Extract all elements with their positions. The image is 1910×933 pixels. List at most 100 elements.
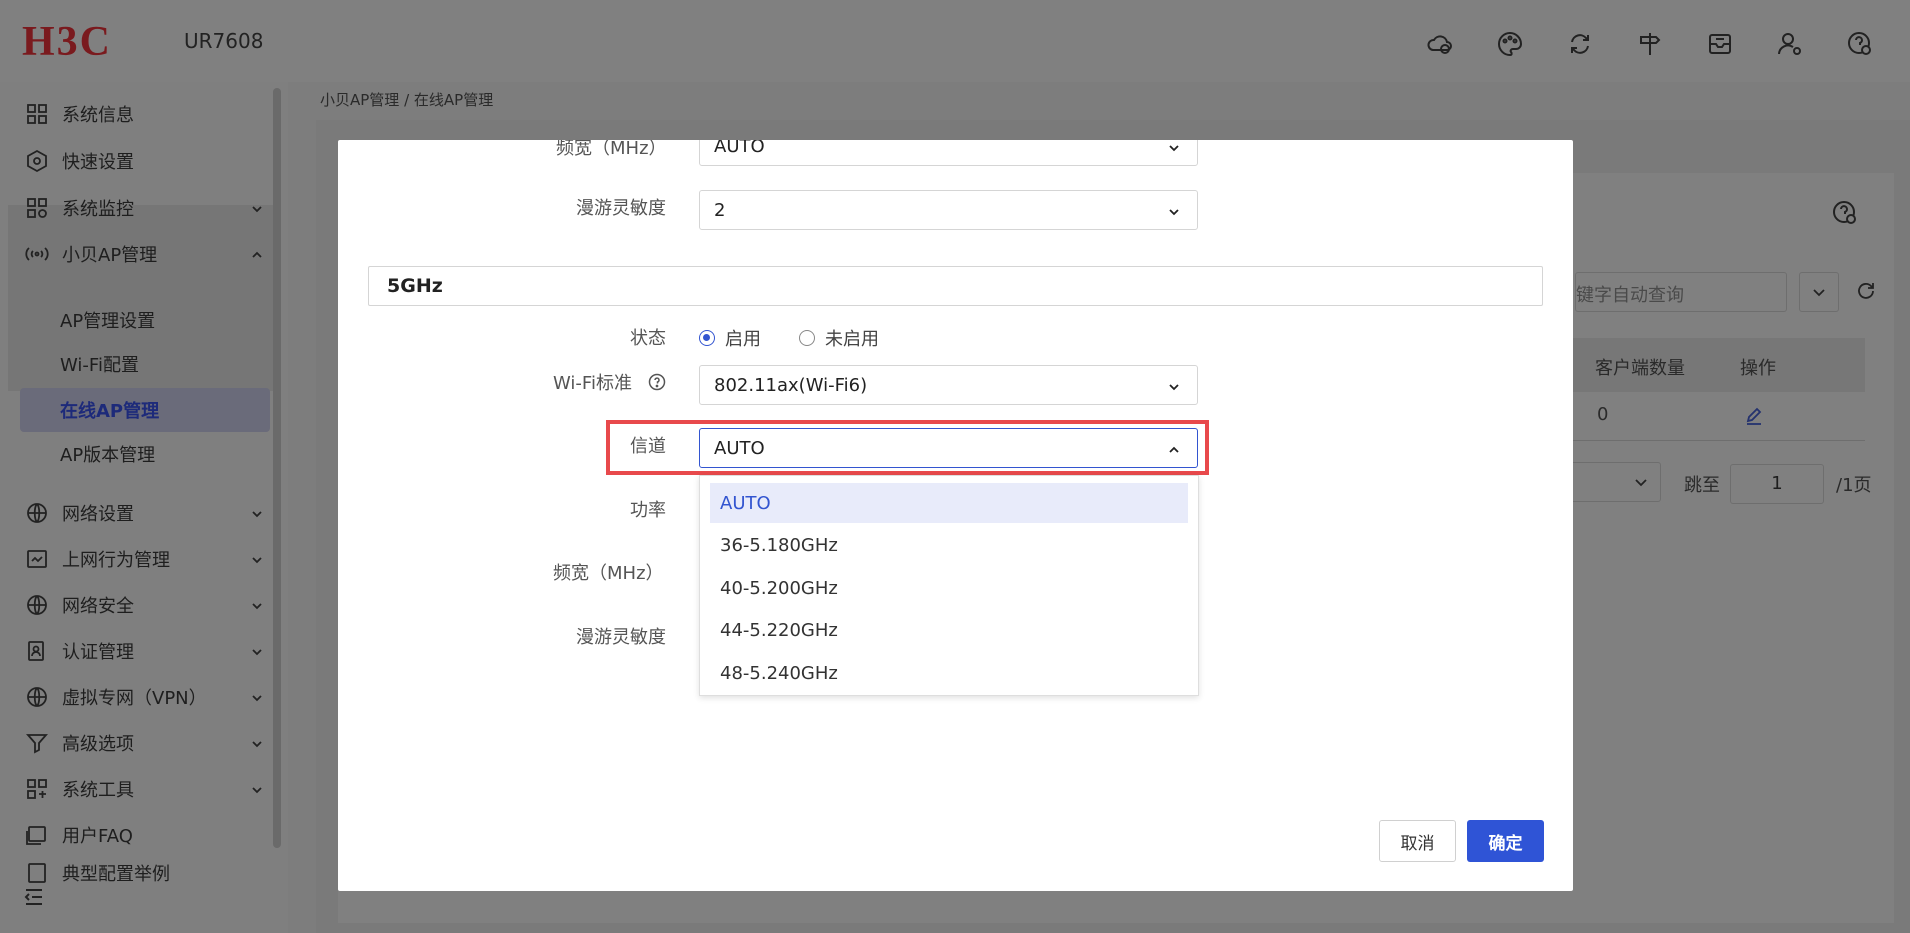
top-roam-label: 漫游灵敏度: [576, 198, 666, 219]
svg-text:H3C: H3C: [22, 22, 112, 60]
top-bandwidth-select[interactable]: AUTO: [699, 140, 1198, 166]
filter-icon: [24, 730, 50, 756]
chevron-down-icon: [250, 643, 264, 664]
help-settings-icon[interactable]: [1842, 26, 1878, 62]
sidebar-item-system-monitor[interactable]: 系统监控: [24, 188, 264, 228]
sub-item-wifi-config[interactable]: Wi-Fi配置: [60, 344, 139, 384]
sub-item-online-ap[interactable]: 在线AP管理: [60, 390, 159, 430]
sidebar-item-system-tools[interactable]: 系统工具: [24, 769, 264, 809]
chevron-down-icon: [250, 689, 264, 710]
wifi-ap-icon: [24, 241, 50, 267]
channel-option[interactable]: 40-5.200GHz: [710, 568, 1188, 608]
sidebar-item-label: 认证管理: [62, 642, 134, 663]
channel-option[interactable]: AUTO: [710, 483, 1188, 523]
sidebar-item-label: 快速设置: [62, 152, 134, 173]
help-circle-icon[interactable]: [648, 373, 666, 396]
vpn-icon: [24, 684, 50, 710]
sub-menu-panel: [8, 205, 280, 391]
section-5ghz: 5GHz: [368, 266, 1543, 306]
sidebar-item-label: 网络设置: [62, 504, 134, 525]
content-help-icon[interactable]: [1832, 200, 1858, 231]
sub-item-ap-settings[interactable]: AP管理设置: [60, 300, 155, 340]
sidebar-item-behavior[interactable]: 上网行为管理: [24, 539, 264, 579]
cloud-clock-icon[interactable]: [1422, 26, 1458, 62]
user-settings-icon[interactable]: [1772, 26, 1808, 62]
status-off-radio[interactable]: 未启用: [799, 325, 879, 351]
tools-icon: [24, 776, 50, 802]
status-on-radio[interactable]: 启用: [699, 325, 761, 351]
sidebar-item-label: 小贝AP管理: [62, 245, 158, 266]
goto-page-input[interactable]: 1: [1730, 464, 1824, 504]
wifi-std-label-text: Wi-Fi标准: [553, 373, 632, 394]
chevron-down-icon: [250, 200, 264, 221]
chevron-down-icon: [250, 505, 264, 526]
select-value: AUTO: [714, 437, 765, 459]
sidebar-item-network-settings[interactable]: 网络设置: [24, 493, 264, 533]
sync-icon[interactable]: [1562, 26, 1598, 62]
channel-select[interactable]: AUTO: [699, 428, 1198, 468]
status-label: 状态: [630, 328, 666, 349]
sidebar-item-vpn[interactable]: 虚拟专网（VPN）: [24, 677, 264, 717]
sidebar-item-quick-setup[interactable]: 快速设置: [24, 141, 264, 181]
signpost-icon[interactable]: [1632, 26, 1668, 62]
sidebar-item-network-security[interactable]: 网络安全: [24, 585, 264, 625]
goto-label: 跳至: [1684, 475, 1720, 496]
radio-unchecked-icon: [799, 330, 815, 346]
page-size-select[interactable]: [1565, 462, 1661, 502]
sidebar-item-faq[interactable]: 用户FAQ: [24, 815, 264, 855]
palette-icon[interactable]: [1492, 26, 1528, 62]
select-value: AUTO: [714, 140, 765, 157]
breadcrumb-parent[interactable]: 小贝AP管理 /: [320, 91, 414, 109]
channel-option[interactable]: 48-5.240GHz: [710, 653, 1188, 693]
sidebar-item-ap-management[interactable]: 小贝AP管理: [24, 234, 264, 274]
sub-item-ap-version[interactable]: AP版本管理: [60, 434, 155, 474]
chevron-down-icon: [250, 781, 264, 802]
radio-label: 未启用: [825, 329, 879, 350]
sidebar-item-typical-config[interactable]: 典型配置举例: [24, 861, 264, 885]
chevron-up-icon: [1167, 441, 1181, 462]
bandwidth-label: 频宽（MHz）: [553, 563, 664, 584]
sidebar-item-label: 系统监控: [62, 199, 134, 220]
doc-icon: [24, 861, 50, 885]
roam-label: 漫游灵敏度: [576, 627, 666, 648]
radio-label: 启用: [725, 329, 761, 350]
top-roam-select[interactable]: 2: [699, 190, 1198, 230]
sidebar-item-label: 用户FAQ: [62, 826, 133, 847]
chevron-down-icon: [1167, 378, 1181, 399]
channel-dropdown: AUTO 36-5.180GHz 40-5.200GHz 44-5.220GHz…: [699, 475, 1199, 696]
grid-icon: [24, 101, 50, 127]
behavior-icon: [24, 546, 50, 572]
sidebar-item-label: 典型配置举例: [62, 864, 170, 885]
refresh-icon[interactable]: [1855, 280, 1877, 307]
channel-option[interactable]: 44-5.220GHz: [710, 610, 1188, 650]
background-dropdown-button[interactable]: [1799, 272, 1839, 312]
collapse-menu-icon[interactable]: [22, 885, 46, 914]
sidebar-item-label: 系统工具: [62, 780, 134, 801]
edit-ap-modal: 频宽（MHz） AUTO 漫游灵敏度 2 5GHz 状态 启用 未启用 Wi-F…: [338, 140, 1573, 891]
background-search-input[interactable]: 键字自动查询: [1575, 272, 1787, 312]
breadcrumb: 小贝AP管理 / 在线AP管理: [320, 89, 493, 110]
col-header-clients: 客户端数量: [1595, 358, 1685, 379]
wifi-std-label: Wi-Fi标准: [553, 369, 666, 396]
select-value: 802.11ax(Wi-Fi6): [714, 374, 868, 396]
edit-icon[interactable]: [1744, 406, 1764, 431]
confirm-button[interactable]: 确定: [1467, 820, 1544, 862]
channel-option[interactable]: 36-5.180GHz: [710, 525, 1188, 565]
sidebar-item-system-info[interactable]: 系统信息: [24, 94, 264, 134]
breadcrumb-current: 在线AP管理: [413, 91, 494, 109]
sidebar-item-advanced[interactable]: 高级选项: [24, 723, 264, 763]
h3c-logo: H3C: [22, 19, 164, 65]
sidebar-item-label: 上网行为管理: [62, 550, 170, 571]
mailbox-icon[interactable]: [1702, 26, 1738, 62]
cancel-button[interactable]: 取消: [1379, 820, 1456, 862]
monitor-grid-icon: [24, 195, 50, 221]
sidebar-scrollbar[interactable]: [273, 88, 281, 848]
chevron-up-icon: [250, 246, 264, 267]
sidebar-item-auth[interactable]: 认证管理: [24, 631, 264, 671]
page-suffix: /1页: [1836, 475, 1872, 496]
wifi-std-select[interactable]: 802.11ax(Wi-Fi6): [699, 365, 1198, 405]
shield-globe-icon: [24, 592, 50, 618]
sidebar-item-label: 虚拟专网（VPN）: [62, 688, 207, 709]
radio-checked-icon: [699, 330, 715, 346]
col-header-ops: 操作: [1740, 358, 1776, 379]
